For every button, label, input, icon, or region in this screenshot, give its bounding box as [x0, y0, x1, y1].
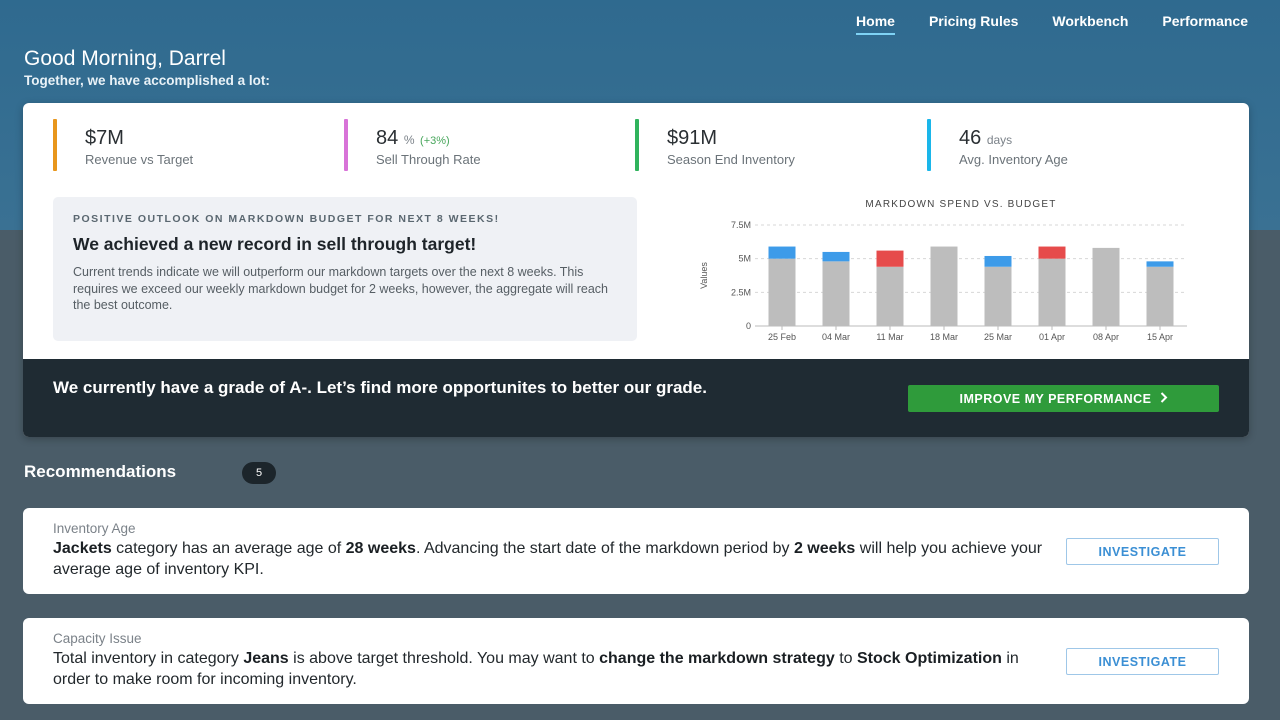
- kpi-unit: days: [986, 133, 1013, 147]
- recommendation-category: Inventory Age: [53, 521, 136, 536]
- greeting-subtitle: Together, we have accomplished a lot:: [24, 73, 270, 88]
- chart-bar-base: [930, 246, 958, 326]
- chart-bar-base: [822, 261, 850, 326]
- kpi-label: Sell Through Rate: [376, 152, 481, 167]
- chart-bar-base: [768, 258, 796, 326]
- kpi-delta: (+3%): [420, 135, 450, 147]
- markdown-chart-svg: MARKDOWN SPEND VS. BUDGET Values 0 2.5M 5M 7.…: [699, 199, 1187, 342]
- recommendation-card: Capacity Issue Total inventory in catego…: [23, 618, 1249, 704]
- kpi-season-end-inventory: $91M Season End Inventory: [635, 119, 795, 173]
- chart-bar-overlay: [876, 250, 904, 267]
- chart-y-tick: 7.5M: [731, 220, 751, 230]
- chart-title: MARKDOWN SPEND VS. BUDGET: [865, 199, 1056, 210]
- nav-workbench[interactable]: Workbench: [1052, 13, 1128, 35]
- kpi-accent-bar: [635, 119, 639, 171]
- kpi-inventory-age: 46 days Avg. Inventory Age: [927, 119, 1068, 173]
- kpi-revenue: $7M Revenue vs Target: [53, 119, 193, 173]
- chart-bar-base: [1092, 247, 1120, 326]
- chart-bar-base: [1038, 258, 1066, 326]
- recommendation-category: Capacity Issue: [53, 631, 142, 646]
- kpi-accent-bar: [53, 119, 57, 171]
- chart-x-tick: 11 Mar: [876, 332, 903, 342]
- recommendation-card: Inventory Age Jackets category has an av…: [23, 508, 1249, 594]
- outlook-title: We achieved a new record in sell through…: [73, 234, 477, 254]
- chart-x-tick: 01 Apr: [1039, 332, 1065, 342]
- nav-performance[interactable]: Performance: [1162, 13, 1248, 35]
- chart-bar-overlay: [984, 255, 1012, 267]
- chart-x-tick: 18 Mar: [930, 332, 958, 342]
- chart-x-tick: 25 Feb: [768, 332, 796, 342]
- top-nav: Home Pricing Rules Workbench Performance: [856, 13, 1248, 35]
- chart-bar-overlay: [1038, 246, 1066, 259]
- nav-home[interactable]: Home: [856, 13, 895, 35]
- kpi-label: Season End Inventory: [667, 152, 795, 167]
- investigate-button[interactable]: INVESTIGATE: [1066, 538, 1219, 565]
- chart-bar-base: [1146, 266, 1174, 326]
- chart-x-tick: 15 Apr: [1147, 332, 1173, 342]
- kpi-value: 46 days: [959, 127, 1013, 149]
- kpi-value: 84 % (+3%): [376, 127, 450, 149]
- recommendation-text: Jackets category has an average age of 2…: [53, 540, 1043, 578]
- chart-bar-overlay: [822, 251, 850, 262]
- chart-bar-overlay: [768, 246, 796, 259]
- chart-x-tick: 04 Mar: [822, 332, 850, 342]
- grade-banner: We currently have a grade of A-. Let’s f…: [23, 359, 1249, 437]
- recommendations-count-badge: 5: [242, 462, 276, 484]
- investigate-button[interactable]: INVESTIGATE: [1066, 648, 1219, 675]
- chart-x-tick: 25 Mar: [984, 332, 1012, 342]
- markdown-chart: MARKDOWN SPEND VS. BUDGET Values 0 2.5M 5M 7.…: [677, 193, 1197, 343]
- summary-card: $7M Revenue vs Target 84 % (+3%) Sell Th…: [23, 103, 1249, 437]
- kpi-value: $91M: [667, 127, 718, 149]
- outlook-text: Current trends indicate we will outperfo…: [73, 265, 609, 312]
- recommendation-text: Total inventory in category Jeans is abo…: [53, 650, 1019, 688]
- greeting-title: Good Morning, Darrel: [24, 47, 226, 70]
- chart-bar-base: [876, 266, 904, 326]
- grade-text: We currently have a grade of A-. Let’s f…: [53, 378, 707, 397]
- outlook-panel: POSITIVE OUTLOOK ON MARKDOWN BUDGET FOR …: [53, 197, 637, 341]
- kpi-label: Avg. Inventory Age: [959, 152, 1068, 167]
- chart-y-label: Values: [699, 262, 709, 289]
- improve-button-label: IMPROVE MY PERFORMANCE: [959, 391, 1152, 406]
- chart-y-tick: 0: [746, 321, 751, 331]
- kpi-label: Revenue vs Target: [85, 152, 194, 167]
- kpi-value: $7M: [85, 127, 124, 149]
- chevron-right-icon: [1160, 391, 1168, 406]
- chart-bar-overlay: [1146, 261, 1174, 267]
- chart-bar-base: [984, 266, 1012, 326]
- kpi-unit: %: [403, 133, 415, 147]
- kpi-sell-through: 84 % (+3%) Sell Through Rate: [344, 119, 481, 173]
- chart-y-tick: 5M: [738, 254, 751, 264]
- improve-performance-button[interactable]: IMPROVE MY PERFORMANCE: [908, 385, 1219, 412]
- kpi-accent-bar: [927, 119, 931, 171]
- outlook-kicker: POSITIVE OUTLOOK ON MARKDOWN BUDGET FOR …: [73, 213, 500, 225]
- chart-y-tick: 2.5M: [731, 287, 751, 297]
- kpi-accent-bar: [344, 119, 348, 171]
- recommendations-title: Recommendations: [24, 462, 177, 481]
- nav-pricing-rules[interactable]: Pricing Rules: [929, 13, 1018, 35]
- chart-x-tick: 08 Apr: [1093, 332, 1119, 342]
